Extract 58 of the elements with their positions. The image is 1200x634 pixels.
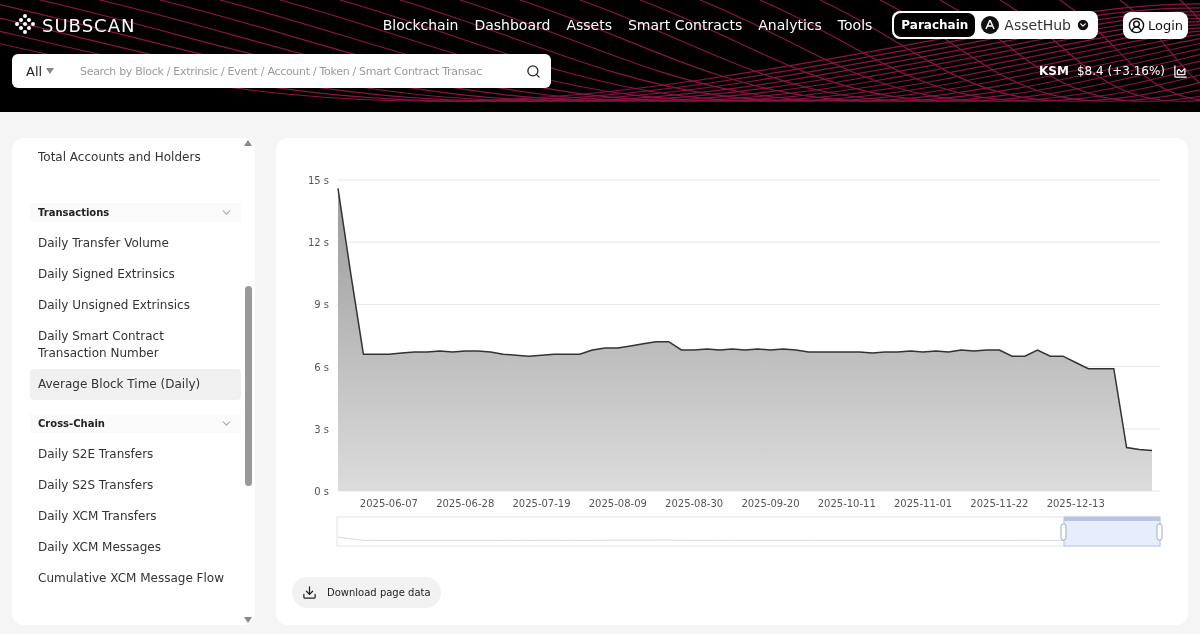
- logo-icon: [14, 14, 36, 36]
- sidebar-item[interactable]: Daily Unsigned Extrinsics: [30, 290, 241, 321]
- x-axis-label: 2025-08-30: [665, 498, 724, 509]
- scrollbar-thumb[interactable]: [244, 286, 252, 486]
- y-axis-label: 3 s: [314, 423, 329, 435]
- sidebar-item[interactable]: Daily XCM Transfers: [30, 501, 241, 532]
- sidebar-item[interactable]: Daily S2E Transfers: [30, 439, 241, 470]
- x-axis-label: 2025-12-13: [1046, 498, 1105, 509]
- y-axis-label: 9 s: [314, 299, 329, 311]
- logo-text[interactable]: SUBSCAN: [42, 14, 136, 36]
- sidebar-item[interactable]: Daily Signed Extrinsics: [30, 259, 241, 290]
- group-title: Transactions: [38, 207, 110, 218]
- x-axis-label: 2025-06-28: [436, 498, 495, 509]
- nav-link[interactable]: Analytics: [758, 17, 822, 33]
- sidebar-item[interactable]: Total Accounts and Holders: [30, 142, 241, 173]
- network-icon: [981, 16, 1000, 34]
- download-button[interactable]: Download page data: [292, 577, 441, 608]
- zoom-slider[interactable]: [336, 516, 1163, 547]
- x-axis-label: 2025-06-07: [359, 498, 418, 509]
- sidebar-item[interactable]: Daily XCM Messages: [30, 532, 241, 563]
- token-symbol: KSM: [1039, 64, 1069, 78]
- x-axis-label: 2025-11-01: [894, 498, 953, 509]
- token-price: $8.4 (+3.16%): [1076, 64, 1165, 78]
- search-field[interactable]: All Search by Block / Extrinsic / Event / Account / Token / Smart Contract Transac: [12, 54, 551, 88]
- y-axis-label: 0 s: [314, 486, 329, 497]
- group-header[interactable]: Cross-Chain: [30, 414, 241, 433]
- caret-icon[interactable]: [46, 68, 55, 74]
- caret-icon: [1075, 18, 1090, 32]
- nav-link[interactable]: Blockchain: [382, 17, 459, 33]
- network-dropdown[interactable]: AssetHub: [975, 16, 1096, 34]
- search-icon[interactable]: [526, 63, 541, 79]
- chart-icon[interactable]: [1173, 63, 1188, 79]
- sidebar-item[interactable]: Daily Smart Contract Transaction Number: [30, 321, 241, 369]
- sidebar-item[interactable]: Daily S2S Transfers: [30, 470, 241, 501]
- scroll-up-icon[interactable]: [244, 140, 252, 146]
- group-header[interactable]: Transactions: [30, 203, 241, 222]
- x-axis-label: 2025-07-19: [512, 498, 571, 509]
- y-axis-label: 12 s: [307, 237, 329, 249]
- sidebar-item[interactable]: Daily Transfer Volume: [30, 228, 241, 259]
- nav-link[interactable]: Smart Contracts: [627, 17, 743, 33]
- nav-link[interactable]: Tools: [837, 17, 873, 33]
- y-axis-label: 6 s: [314, 361, 329, 373]
- nav-link[interactable]: Dashboard: [474, 17, 551, 33]
- scroll-down-icon[interactable]: [244, 617, 252, 623]
- x-axis-label: 2025-10-11: [817, 498, 876, 509]
- filter-dropdown[interactable]: All: [26, 63, 78, 79]
- sidebar-item[interactable]: Cumulative XCM Message Flow: [30, 563, 241, 594]
- x-axis-label: 2025-09-20: [741, 498, 800, 509]
- download-icon: [302, 585, 317, 600]
- user-icon: [1127, 16, 1145, 34]
- group-title: Cross-Chain: [38, 418, 105, 429]
- network-type-badge: Parachain: [894, 13, 976, 37]
- nav-link[interactable]: Assets: [566, 17, 612, 33]
- network-selector[interactable]: Parachain AssetHub: [892, 11, 1098, 39]
- x-axis-label: 2025-11-22: [970, 498, 1029, 509]
- y-axis-label: 15 s: [307, 175, 329, 186]
- sidebar-item[interactable]: Average Block Time (Daily): [30, 369, 241, 400]
- x-axis-label: 2025-08-09: [588, 498, 647, 509]
